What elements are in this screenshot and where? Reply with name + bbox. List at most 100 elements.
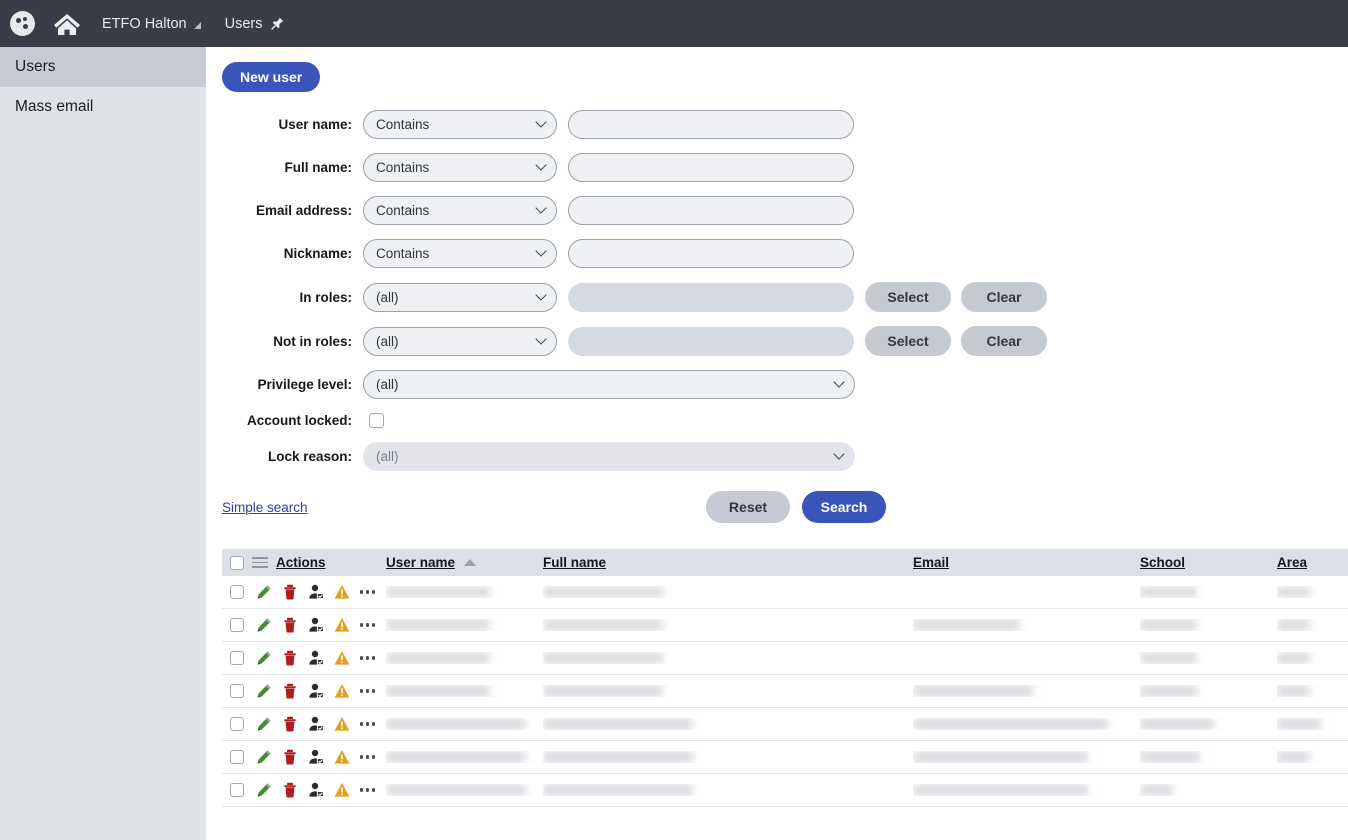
cell-uname	[386, 685, 543, 697]
select-all-checkbox[interactable]	[230, 556, 244, 570]
column-header-area-link[interactable]: Area	[1277, 555, 1307, 570]
edit-pencil-icon[interactable]	[256, 584, 272, 600]
row-select-checkbox[interactable]	[230, 717, 244, 731]
sort-ascending-icon[interactable]	[464, 559, 476, 566]
breadcrumb-page[interactable]: Users	[225, 16, 286, 32]
breadcrumb-organization-label: ETFO Halton	[102, 16, 187, 32]
more-actions-icon[interactable]	[360, 788, 378, 791]
delete-trash-icon[interactable]	[282, 617, 298, 633]
email-input[interactable]	[568, 196, 854, 225]
cell-school	[1140, 751, 1277, 763]
edit-pencil-icon[interactable]	[256, 716, 272, 732]
pin-icon[interactable]	[270, 16, 285, 31]
more-actions-icon[interactable]	[360, 755, 378, 758]
impersonate-user-icon[interactable]	[308, 749, 324, 765]
email-operator-select[interactable]: Contains	[363, 196, 557, 225]
column-header-email-link[interactable]: Email	[913, 555, 949, 570]
edit-pencil-icon[interactable]	[256, 749, 272, 765]
row-select-checkbox[interactable]	[230, 585, 244, 599]
delete-trash-icon[interactable]	[282, 782, 298, 798]
impersonate-user-icon[interactable]	[308, 617, 324, 633]
simple-search-link[interactable]: Simple search	[222, 500, 308, 515]
warning-triangle-icon[interactable]	[334, 584, 350, 600]
redacted-value	[543, 718, 693, 730]
home-icon[interactable]	[52, 11, 82, 37]
edit-pencil-icon[interactable]	[256, 617, 272, 633]
more-actions-icon[interactable]	[360, 656, 378, 659]
warning-triangle-icon[interactable]	[334, 683, 350, 699]
column-header-school-link[interactable]: School	[1140, 555, 1185, 570]
cell-school	[1140, 619, 1277, 631]
warning-triangle-icon[interactable]	[334, 782, 350, 798]
fullname-operator-select[interactable]: Contains	[363, 153, 557, 182]
impersonate-user-icon[interactable]	[308, 683, 324, 699]
delete-trash-icon[interactable]	[282, 683, 298, 699]
delete-trash-icon[interactable]	[282, 716, 298, 732]
more-actions-icon[interactable]	[360, 623, 378, 626]
warning-triangle-icon[interactable]	[334, 617, 350, 633]
sidebar-item-users[interactable]: Users	[0, 47, 206, 87]
search-button[interactable]: Search	[802, 491, 886, 523]
row-select-checkbox[interactable]	[230, 684, 244, 698]
in-roles-select-button[interactable]: Select	[865, 282, 951, 312]
account-locked-checkbox[interactable]	[369, 413, 384, 428]
in-roles-clear-button[interactable]: Clear	[961, 282, 1047, 312]
table-row[interactable]	[222, 774, 1348, 807]
cookie-logo-icon[interactable]	[10, 11, 36, 37]
row-select-checkbox[interactable]	[230, 783, 244, 797]
more-actions-icon[interactable]	[360, 722, 378, 725]
warning-triangle-icon[interactable]	[334, 749, 350, 765]
nickname-input[interactable]	[568, 239, 854, 268]
row-select-checkbox[interactable]	[230, 651, 244, 665]
not-in-roles-operator-select[interactable]: (all)	[363, 327, 557, 356]
redacted-value	[386, 652, 490, 664]
table-row[interactable]	[222, 576, 1348, 609]
edit-pencil-icon[interactable]	[256, 683, 272, 699]
impersonate-user-icon[interactable]	[308, 716, 324, 732]
impersonate-user-icon[interactable]	[308, 584, 324, 600]
nickname-operator-select[interactable]: Contains	[363, 239, 557, 268]
table-row[interactable]	[222, 708, 1348, 741]
warning-triangle-icon[interactable]	[334, 650, 350, 666]
cell-email	[913, 619, 1140, 631]
username-input[interactable]	[568, 110, 854, 139]
fullname-input[interactable]	[568, 153, 854, 182]
new-user-button[interactable]: New user	[222, 62, 320, 92]
username-operator-select[interactable]: Contains	[363, 110, 557, 139]
row-select-checkbox[interactable]	[230, 618, 244, 632]
edit-pencil-icon[interactable]	[256, 650, 272, 666]
edit-pencil-icon[interactable]	[256, 782, 272, 798]
not-in-roles-clear-button[interactable]: Clear	[961, 326, 1047, 356]
column-header-actions-link[interactable]: Actions	[276, 555, 326, 570]
warning-triangle-icon[interactable]	[334, 716, 350, 732]
redacted-value	[913, 718, 1108, 730]
redacted-value	[543, 751, 693, 763]
column-header-username-link[interactable]: User name	[386, 555, 455, 570]
not-in-roles-select-button[interactable]: Select	[865, 326, 951, 356]
row-select-checkbox[interactable]	[230, 750, 244, 764]
more-actions-icon[interactable]	[360, 590, 378, 593]
more-actions-icon[interactable]	[360, 689, 378, 692]
column-header-fullname-link[interactable]: Full name	[543, 555, 606, 570]
redacted-value	[386, 751, 526, 763]
breadcrumb-organization[interactable]: ETFO Halton	[102, 16, 201, 32]
table-row[interactable]	[222, 642, 1348, 675]
not-in-roles-buttons: Select Clear	[865, 326, 1047, 356]
sidebar-item-mass-email[interactable]: Mass email	[0, 87, 206, 127]
delete-trash-icon[interactable]	[282, 650, 298, 666]
table-row[interactable]	[222, 741, 1348, 774]
delete-trash-icon[interactable]	[282, 749, 298, 765]
redacted-value	[1277, 586, 1310, 598]
row-select-cell	[222, 783, 252, 797]
table-row[interactable]	[222, 675, 1348, 708]
impersonate-user-icon[interactable]	[308, 650, 324, 666]
cell-school	[1140, 586, 1277, 598]
hamburger-menu-icon[interactable]	[252, 557, 276, 568]
privilege-level-select[interactable]: (all)	[363, 370, 855, 399]
delete-trash-icon[interactable]	[282, 584, 298, 600]
table-row[interactable]	[222, 609, 1348, 642]
cell-fname	[543, 718, 913, 730]
in-roles-operator-select[interactable]: (all)	[363, 283, 557, 312]
reset-button[interactable]: Reset	[706, 491, 790, 523]
impersonate-user-icon[interactable]	[308, 782, 324, 798]
